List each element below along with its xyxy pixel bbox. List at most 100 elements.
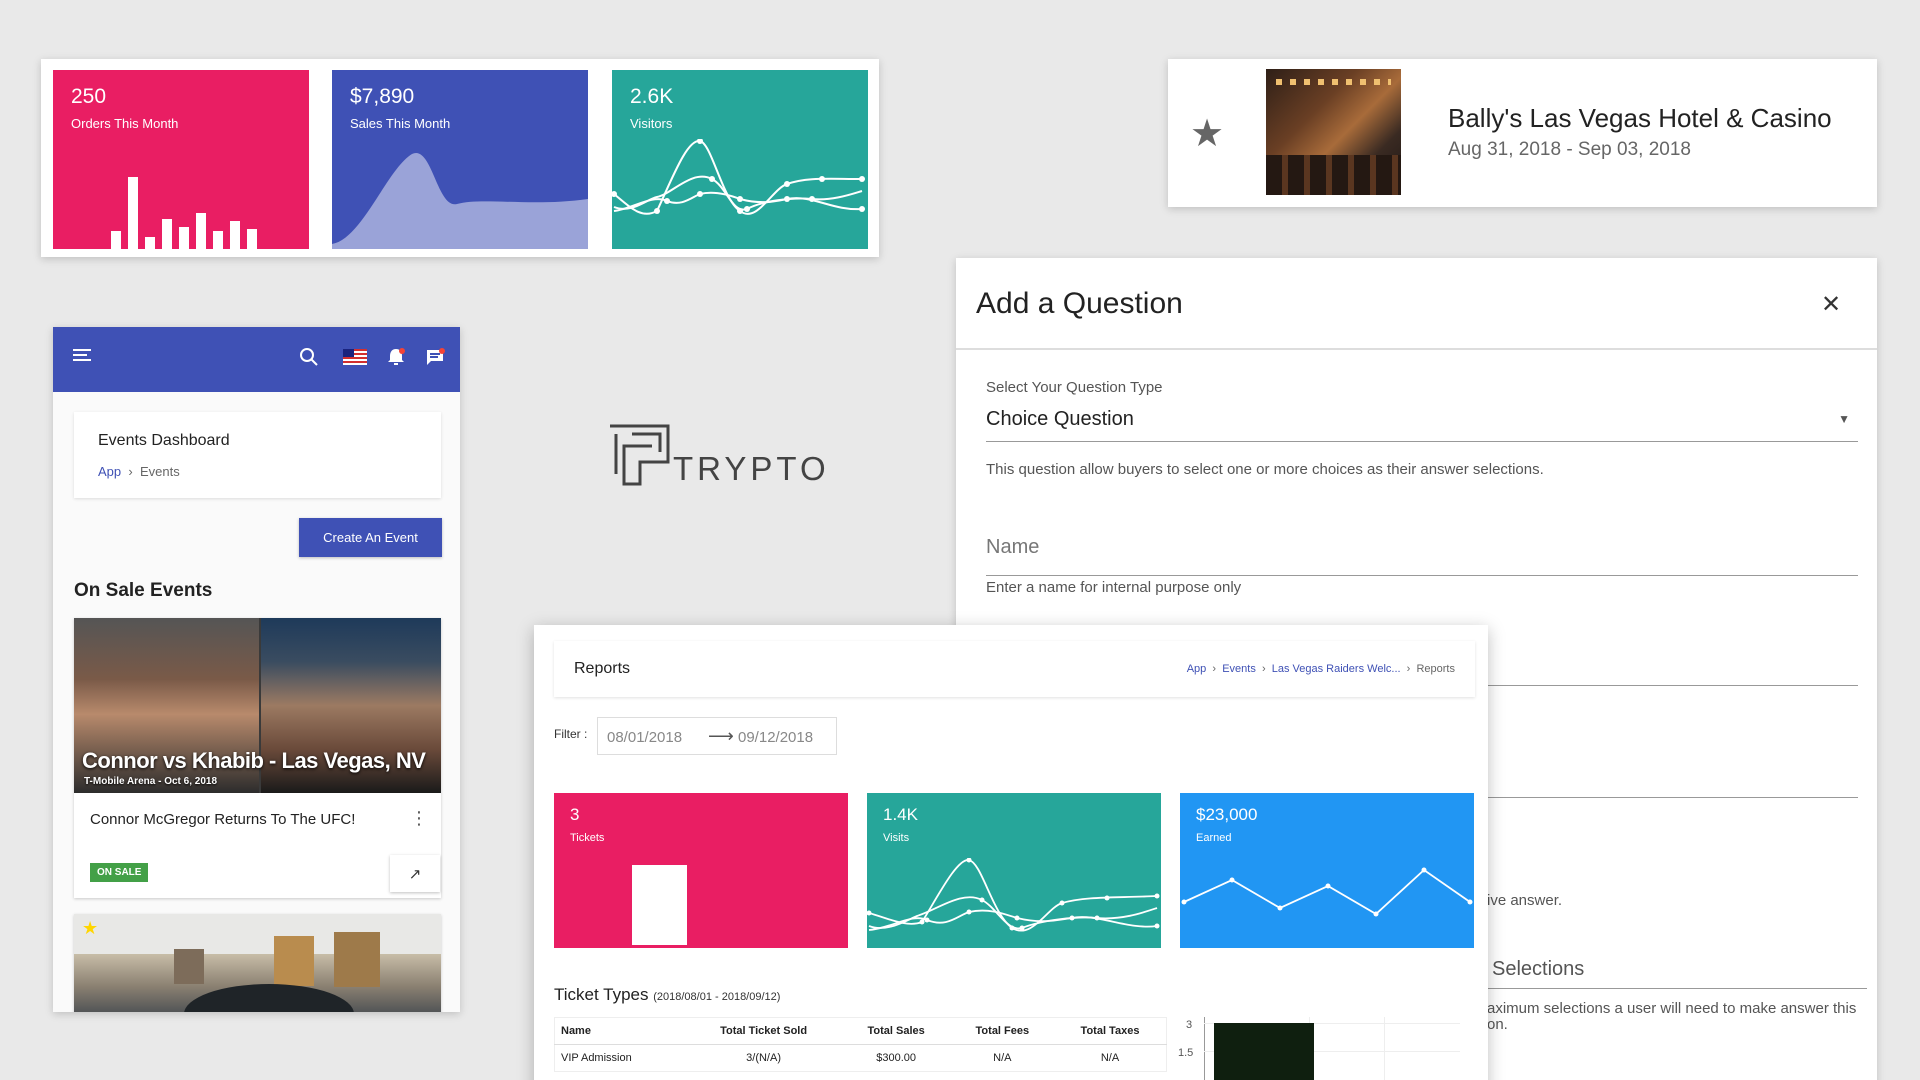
visits-line-chart xyxy=(867,858,1160,932)
selections-help-1: aximum selections a user will need to ma… xyxy=(1487,1000,1857,1017)
orders-bar-chart xyxy=(111,177,257,249)
stats-panel: 250 Orders This Month $7,890 Sales This … xyxy=(41,59,879,257)
date-to[interactable]: 09/12/2018 xyxy=(738,729,813,746)
table-cell: VIP Admission xyxy=(561,1052,632,1064)
tickets-tile[interactable]: 3 Tickets xyxy=(554,793,848,948)
orders-value: 250 xyxy=(71,85,107,108)
menu-icon[interactable] xyxy=(73,347,93,368)
event-card[interactable]: Connor vs Khabib - Las Vegas, NV T-Mobil… xyxy=(74,618,441,898)
create-event-button[interactable]: Create An Event xyxy=(299,518,442,557)
visitors-value: 2.6K xyxy=(630,85,674,108)
ticket-types-range: (2018/08/01 - 2018/09/12) xyxy=(653,991,781,1003)
event-image: Connor vs Khabib - Las Vegas, NV T-Mobil… xyxy=(74,618,441,793)
orders-bar xyxy=(213,231,223,249)
table-cell: $300.00 xyxy=(876,1052,916,1064)
close-icon[interactable]: ✕ xyxy=(1821,290,1841,319)
star-icon[interactable]: ★ xyxy=(82,918,98,939)
breadcrumb-current: Events xyxy=(139,464,180,479)
modal-header: Add a Question ✕ xyxy=(956,258,1877,350)
selections-help-2: on. xyxy=(1487,1016,1508,1033)
ticket-mini-chart: 3 1.5 xyxy=(1174,1017,1474,1080)
sales-label: Sales This Month xyxy=(350,116,451,131)
breadcrumb-events-link[interactable]: Events xyxy=(1222,663,1256,675)
hotel-dates: Aug 31, 2018 - Sep 03, 2018 xyxy=(1448,139,1691,160)
orders-bar xyxy=(247,229,257,249)
column-header[interactable]: Total Ticket Sold xyxy=(685,1017,842,1045)
table-cell: N/A xyxy=(1100,1052,1120,1064)
tickets-label: Tickets xyxy=(570,832,605,844)
column-header[interactable]: Total Fees xyxy=(950,1017,1054,1045)
logo-text: TRYPTO xyxy=(673,450,830,487)
ticket-types-table: Name Total Ticket Sold Total Sales Total… xyxy=(554,1017,1167,1072)
date-from[interactable]: 08/01/2018 xyxy=(607,729,682,746)
orders-bar xyxy=(196,213,206,249)
table-header-row: Name Total Ticket Sold Total Sales Total… xyxy=(554,1017,1167,1045)
name-placeholder: Name xyxy=(986,536,1040,558)
open-event-button[interactable]: ↗ xyxy=(390,855,440,892)
selections-label: Selections xyxy=(1492,958,1585,980)
question-type-label: Select Your Question Type xyxy=(986,379,1163,396)
y-tick-label: 3 xyxy=(1186,1019,1193,1031)
breadcrumb-app-link[interactable]: App xyxy=(98,464,121,479)
search-icon[interactable] xyxy=(299,347,319,372)
event-card-2[interactable]: ★ xyxy=(74,914,441,1012)
breadcrumb-event-link[interactable]: Las Vegas Raiders Welc... xyxy=(1272,663,1401,675)
tickets-bar xyxy=(632,865,687,945)
earned-tile[interactable]: $23,000 Earned xyxy=(1180,793,1474,948)
answer-help: ive answer. xyxy=(1487,892,1563,909)
column-header[interactable]: Total Sales xyxy=(841,1017,951,1045)
orders-bar xyxy=(179,227,189,249)
star-icon[interactable]: ★ xyxy=(1190,111,1224,156)
sales-tile[interactable]: $7,890 Sales This Month xyxy=(332,70,588,249)
orders-bar xyxy=(111,231,121,249)
table-row[interactable]: VIP Admission 3/(N/A) $300.00 N/A N/A xyxy=(555,1045,1167,1072)
breadcrumb: App › Events xyxy=(98,464,180,479)
ticket-types-heading: Ticket Types xyxy=(554,985,649,1004)
hotel-card[interactable]: ★ Bally's Las Vegas Hotel & Casino Aug 3… xyxy=(1168,59,1877,207)
event-image-caption: Connor vs Khabib - Las Vegas, NV xyxy=(82,748,426,773)
chevron-down-icon[interactable]: ▼ xyxy=(1838,412,1850,426)
orders-bar xyxy=(145,237,155,249)
breadcrumb-separator: › xyxy=(124,464,137,479)
date-range-picker[interactable]: 08/01/2018 ⟶ 09/12/2018 xyxy=(597,717,837,755)
tickets-value: 3 xyxy=(570,805,580,824)
selections-divider xyxy=(1487,988,1867,989)
us-flag-icon[interactable] xyxy=(343,349,367,370)
visitors-label: Visitors xyxy=(630,116,673,131)
mobile-topbar xyxy=(53,327,460,392)
notification-bell-icon[interactable] xyxy=(386,347,406,372)
hotel-name: Bally's Las Vegas Hotel & Casino xyxy=(1448,103,1832,133)
orders-bar xyxy=(230,221,240,249)
orders-bar xyxy=(162,219,172,249)
question-type-select[interactable]: Choice Question ▼ xyxy=(986,406,1858,442)
name-help: Enter a name for internal purpose only xyxy=(986,579,1242,596)
page-title-card: Events Dashboard App › Events xyxy=(74,412,441,498)
trypto-logo: TRYPTO xyxy=(608,422,848,492)
section-title: On Sale Events xyxy=(74,580,213,601)
column-header[interactable]: Name xyxy=(554,1017,686,1045)
name-field[interactable]: Name xyxy=(986,534,1858,576)
chart-bar xyxy=(1214,1023,1314,1080)
modal-title: Add a Question xyxy=(976,287,1183,320)
breadcrumb-app-link[interactable]: App xyxy=(1187,663,1207,675)
table-cell: N/A xyxy=(993,1052,1012,1064)
ticket-types-title: Ticket Types (2018/08/01 - 2018/09/12) xyxy=(554,985,780,1005)
on-sale-badge: ON SALE xyxy=(90,863,149,882)
question-type-help: This question allow buyers to select one… xyxy=(986,461,1544,478)
question-type-value: Choice Question xyxy=(986,408,1134,430)
column-header[interactable]: Total Taxes xyxy=(1054,1017,1167,1045)
visits-label: Visits xyxy=(883,832,910,844)
visits-tile[interactable]: 1.4K Visits xyxy=(867,793,1161,948)
earned-line-chart xyxy=(1181,867,1473,917)
reports-header: Reports App › Events › Las Vegas Raiders… xyxy=(554,641,1475,697)
chat-icon[interactable] xyxy=(425,347,445,372)
orders-label: Orders This Month xyxy=(71,116,179,131)
reports-title: Reports xyxy=(574,660,631,677)
mobile-events-panel: Events Dashboard App › Events Create An … xyxy=(53,327,460,1012)
earned-label: Earned xyxy=(1196,832,1232,844)
sales-area-chart xyxy=(332,152,588,249)
orders-tile[interactable]: 250 Orders This Month xyxy=(53,70,309,249)
filter-label: Filter : xyxy=(554,727,588,741)
more-options-icon[interactable]: ⋮ xyxy=(410,808,428,829)
visitors-tile[interactable]: 2.6K Visitors xyxy=(612,70,868,249)
